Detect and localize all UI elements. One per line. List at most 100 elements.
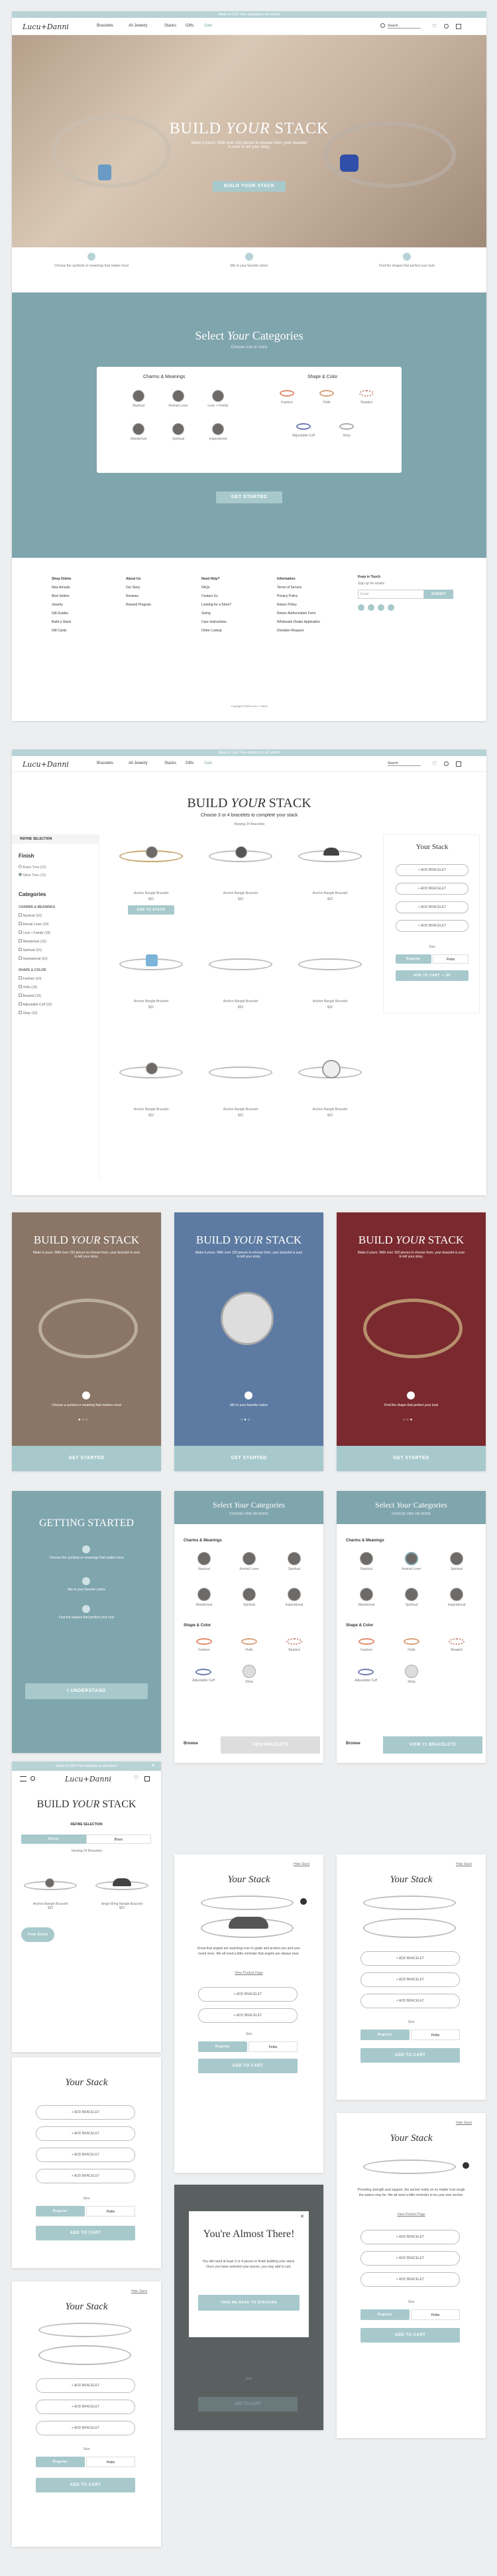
newsletter-submit-button[interactable]: SUBMIT	[424, 590, 453, 599]
charm-option-nautical[interactable]: Nautical	[350, 1552, 383, 1571]
finish-option[interactable]: Brass Tone (12)	[19, 865, 46, 869]
get-started-button[interactable]: GET STARTED	[174, 1446, 323, 1471]
size-regular[interactable]: Regular	[36, 2457, 85, 2467]
size-petite[interactable]: Petite	[433, 954, 469, 964]
size-regular[interactable]: Regular	[36, 2206, 85, 2217]
nav-gifts[interactable]: Gifts	[186, 761, 193, 765]
stack-item-bracelet[interactable]	[363, 1896, 456, 1910]
add-to-cart-button[interactable]: ADD TO CART	[360, 2328, 460, 2343]
hide-stack-link[interactable]: Hide Stack	[294, 1862, 309, 1866]
size-petite[interactable]: Petite	[86, 2206, 135, 2217]
pinterest-icon[interactable]	[388, 604, 394, 611]
nav-bracelets[interactable]: Bracelets	[97, 24, 113, 28]
hamburger-icon[interactable]	[20, 1776, 27, 1781]
i-understand-button[interactable]: I UNDERSTAND	[25, 1683, 148, 1699]
shape-option-shop[interactable]: Shop	[395, 1665, 428, 1684]
search-icon[interactable]	[30, 1776, 35, 1781]
add-bracelet-slot[interactable]: + ADD BRACELET	[360, 1972, 460, 1987]
product-card[interactable]: Anchor Bangle Bracelet $32	[201, 1059, 280, 1158]
category-option[interactable]: Fashion (10)	[19, 975, 55, 984]
add-bracelet-slot[interactable]: + ADD BRACELET	[360, 2230, 460, 2244]
footer-link[interactable]: Reviews	[126, 592, 151, 601]
view-bracelets-button-disabled[interactable]: VIEW BRACELETS	[221, 1736, 320, 1754]
heart-icon[interactable]: ♡	[134, 1775, 138, 1781]
charm-option-animal[interactable]: Animal Lover	[395, 1552, 428, 1571]
add-bracelet-slot[interactable]: + ADD BRACELET	[36, 2148, 135, 2162]
size-petite[interactable]: Petite	[248, 2041, 298, 2052]
category-option[interactable]: Hollo (10)	[19, 984, 55, 992]
add-bracelet-slot[interactable]: + ADD BRACELET	[36, 2126, 135, 2141]
footer-link[interactable]: Privacy Policy	[277, 592, 320, 601]
newsletter-email-input[interactable]: Email	[358, 590, 424, 599]
charm-option-nautical[interactable]: Nautical	[122, 390, 155, 408]
view-product-link[interactable]: View Product Page	[174, 1971, 323, 1975]
back-to-stacking-button[interactable]: TAKE ME BACK TO STACKING	[198, 2295, 300, 2311]
footer-link[interactable]: Gift Guides	[52, 610, 71, 618]
hide-stack-link[interactable]: Hide Stack	[456, 2121, 472, 2125]
category-option[interactable]: Adjustable Cuff (10)	[19, 1001, 55, 1009]
charm-option-animal[interactable]: Animal Lover	[162, 390, 195, 408]
product-card[interactable]: Anchor Bangle Bracelet $32	[290, 1059, 370, 1158]
add-bracelet-slot[interactable]: + ADD BRACELET	[360, 1994, 460, 2008]
finish-option[interactable]: Silver Tone (12)	[19, 873, 46, 877]
logo[interactable]: Lucu+Danni	[23, 760, 69, 769]
tab-brass[interactable]: Brass	[86, 1835, 151, 1844]
add-to-stack-button[interactable]: ADD TO STACK	[128, 905, 174, 915]
instagram-icon[interactable]	[378, 604, 384, 611]
add-bracelet-slot[interactable]: + ADD BRACELET	[396, 901, 469, 913]
product-card[interactable]: Anchor Bangle Bracelet $32	[201, 842, 280, 942]
refine-selection[interactable]: REFINE SELECTION	[12, 834, 99, 844]
browse-label[interactable]: Browse	[346, 1742, 360, 1746]
shape-option-beaded[interactable]: Beaded	[350, 390, 383, 405]
add-to-cart-button[interactable]: ADD TO CART	[36, 2226, 135, 2240]
add-bracelet-slot[interactable]: + ADD BRACELET	[198, 2008, 298, 2023]
footer-link[interactable]: Care Instructions	[201, 618, 231, 627]
browse-label[interactable]: Browse	[184, 1742, 198, 1746]
footer-link[interactable]: Best Sellers	[52, 592, 71, 601]
footer-link[interactable]: Jewelry	[52, 601, 71, 610]
product-card[interactable]: Anchor Bangle Bracelet $32	[111, 950, 191, 1050]
charm-option-wanderlust[interactable]: Wanderlust	[188, 1588, 221, 1607]
shape-option-cuff[interactable]: Adjustable Cuff	[284, 423, 323, 438]
carousel-dots[interactable]: ○ ● ○	[241, 1418, 250, 1422]
category-option[interactable]: Wanderlust (10)	[19, 938, 55, 946]
heart-icon[interactable]: ♡	[432, 24, 437, 29]
user-icon[interactable]	[444, 761, 449, 766]
add-bracelet-slot[interactable]: + ADD BRACELET	[36, 2378, 135, 2393]
charm-option-inspirational[interactable]: Inspirational	[201, 423, 235, 441]
logo[interactable]: Lucu+Danni	[65, 1775, 111, 1783]
tab-silver[interactable]: Silver	[21, 1835, 86, 1844]
size-regular[interactable]: Regular	[198, 2041, 247, 2052]
charm-option-wanderlust[interactable]: Wanderlust	[350, 1588, 383, 1607]
add-bracelet-slot[interactable]: + ADD BRACELET	[36, 2105, 135, 2120]
bag-icon[interactable]	[456, 761, 461, 767]
add-bracelet-slot[interactable]: + ADD BRACELET	[36, 2169, 135, 2183]
stack-item-anchor[interactable]	[363, 2159, 456, 2174]
categories-heading[interactable]: Categories	[19, 891, 46, 897]
add-bracelet-slot[interactable]: + ADD BRACELET	[36, 2400, 135, 2414]
view-product-link[interactable]: View Product Page	[337, 2213, 486, 2217]
size-petite[interactable]: Petite	[86, 2457, 135, 2467]
heart-icon[interactable]: ♡	[432, 761, 437, 767]
nav-jewelry[interactable]: All Jewelry	[129, 24, 148, 28]
product-card[interactable]: Anchor Bangle Bracelet $32	[201, 950, 280, 1050]
hide-stack-link[interactable]: Hide Stack	[131, 2289, 147, 2293]
charm-option-spiritual-2[interactable]: Spiritual	[233, 1588, 266, 1607]
category-option[interactable]: Inspirational (10)	[19, 955, 55, 964]
bag-icon[interactable]	[456, 24, 461, 29]
add-bracelet-slot[interactable]: + ADD BRACELET	[198, 1987, 298, 2002]
footer-link[interactable]: Order Lookup	[201, 627, 231, 635]
add-to-cart-button[interactable]: ADD TO CART	[198, 2059, 298, 2073]
nav-bracelets[interactable]: Bracelets	[97, 761, 113, 765]
add-to-cart-button[interactable]: ADD TO CART	[360, 2048, 460, 2063]
close-icon[interactable]: ✕	[151, 1763, 155, 1768]
category-option[interactable]: Spiritual (10)	[19, 946, 55, 955]
footer-link[interactable]: Sizing	[201, 610, 231, 618]
size-regular[interactable]: Regular	[360, 2309, 410, 2320]
get-started-button[interactable]: GET STARTED	[337, 1446, 486, 1471]
nav-stacks[interactable]: Stacks	[164, 24, 176, 28]
shape-option-fashion[interactable]: Fashion	[350, 1638, 383, 1652]
category-option[interactable]: Beaded (10)	[19, 992, 55, 1001]
nav-gifts[interactable]: Gifts	[186, 24, 193, 28]
charm-option-love[interactable]: Love + Family	[201, 390, 235, 408]
